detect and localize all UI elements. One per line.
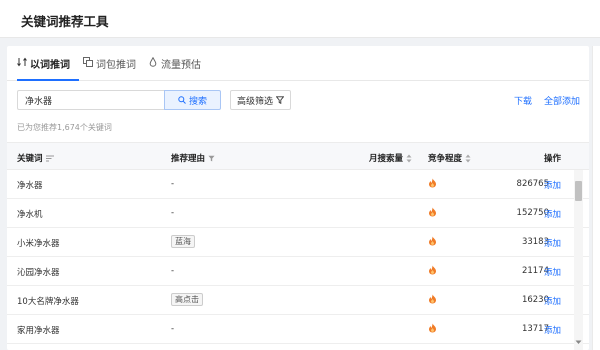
volume-cell: 152750	[516, 208, 549, 218]
drop-icon	[148, 56, 158, 67]
table-header: 关键词 推荐理由 月搜索量 竞争程度 操作	[7, 142, 589, 170]
add-link[interactable]: 添加	[544, 208, 561, 220]
keyword-cell: 净水器	[17, 181, 43, 191]
column-reason[interactable]: 推荐理由	[171, 152, 215, 164]
right-panel-edge	[592, 46, 600, 350]
scrollbar-thumb[interactable]	[575, 181, 582, 201]
keyword-cell: 净水机	[17, 210, 43, 220]
fire-icon	[428, 265, 437, 278]
column-action: 操作	[544, 152, 561, 164]
reason-cell: -	[171, 266, 175, 276]
keyword-cell: 小米净水器	[17, 239, 60, 249]
sort-icon	[465, 154, 471, 162]
fire-icon	[428, 236, 437, 249]
volume-cell: 33183	[521, 237, 549, 247]
volume-cell: 13717	[521, 324, 549, 334]
table-row: 净水器 - 826765 添加	[7, 170, 589, 199]
keyword-cell: 沁园净水器	[17, 268, 60, 278]
sort-lines-icon	[45, 155, 54, 161]
page-title: 关键词推荐工具	[21, 14, 109, 29]
search-button-label: 搜索	[188, 96, 207, 107]
add-link[interactable]: 添加	[544, 266, 561, 278]
search-input[interactable]	[17, 90, 172, 110]
volume-cell: 826765	[516, 179, 549, 189]
column-label: 竞争程度	[428, 154, 463, 164]
keyword-cell: 10大名牌净水器	[17, 297, 79, 307]
add-link[interactable]: 添加	[544, 295, 561, 307]
filter-icon	[208, 155, 215, 161]
column-label: 推荐理由	[171, 154, 206, 164]
tab-traffic-estimate[interactable]: 流量预估	[148, 56, 201, 81]
advanced-filter-button[interactable]: 高级筛选	[230, 90, 291, 110]
volume-cell: 16230	[521, 295, 549, 305]
reason-cell: -	[171, 324, 175, 334]
sort-icon	[406, 154, 412, 162]
column-keyword[interactable]: 关键词	[17, 152, 54, 164]
filter-icon	[276, 96, 284, 104]
search-button[interactable]: 搜索	[164, 90, 221, 110]
tab-keyword-recommend[interactable]: 以词推词	[17, 56, 79, 81]
column-monthly-volume[interactable]: 月搜索量	[369, 152, 412, 164]
keyword-swap-icon	[17, 57, 27, 67]
fire-icon	[428, 294, 437, 307]
advanced-filter-label: 高级筛选	[236, 96, 273, 107]
fire-icon	[428, 207, 437, 220]
page-header: 关键词推荐工具	[0, 0, 600, 38]
column-label: 关键词	[17, 154, 43, 164]
keyword-cell: 家用净水器	[17, 326, 60, 336]
add-link[interactable]: 添加	[544, 237, 561, 249]
volume-cell: 21174	[521, 266, 549, 276]
reason-cell: -	[171, 208, 175, 218]
add-link[interactable]: 添加	[544, 179, 561, 191]
table-row: 净水机 - 152750 添加	[7, 199, 589, 228]
main-card: 以词推词 词包推词 流量预估 搜索 高级筛选 下载 全部添加 已为您推荐1,67…	[7, 46, 589, 350]
table-body: 净水器 - 826765 添加 净水机 - 152750 添加 小米净水器 蓝海…	[7, 170, 589, 350]
result-summary: 已为您推荐1,674个关键词	[17, 123, 112, 132]
table-row: 10大名牌净水器 高点击 16230 添加	[7, 286, 589, 315]
tab-label: 流量预估	[161, 60, 201, 71]
fire-icon	[428, 178, 437, 191]
copy-icon	[83, 57, 93, 67]
download-link[interactable]: 下载	[514, 94, 532, 107]
scroll-down-arrow-icon[interactable]	[575, 338, 582, 346]
column-label: 操作	[544, 154, 562, 164]
table-row: 家用净水器 - 13717 添加	[7, 315, 589, 344]
table-row: 沁园净水器 - 21174 添加	[7, 257, 589, 286]
fire-icon	[428, 323, 437, 336]
column-competition[interactable]: 竞争程度	[428, 152, 471, 164]
add-all-link[interactable]: 全部添加	[544, 94, 580, 107]
search-icon	[178, 96, 186, 104]
table-scrollbar[interactable]	[574, 170, 583, 350]
add-link[interactable]: 添加	[544, 324, 561, 336]
tab-label: 词包推词	[96, 60, 136, 71]
tab-bar: 以词推词 词包推词 流量预估	[7, 46, 589, 81]
reason-tag: 高点击	[171, 293, 203, 306]
tab-label: 以词推词	[30, 60, 70, 71]
tab-package-recommend[interactable]: 词包推词	[83, 56, 136, 81]
column-label: 月搜索量	[369, 154, 404, 164]
reason-cell: -	[171, 179, 175, 189]
table-row: 小米净水器 蓝海 33183 添加	[7, 228, 589, 257]
reason-tag: 蓝海	[171, 235, 195, 248]
